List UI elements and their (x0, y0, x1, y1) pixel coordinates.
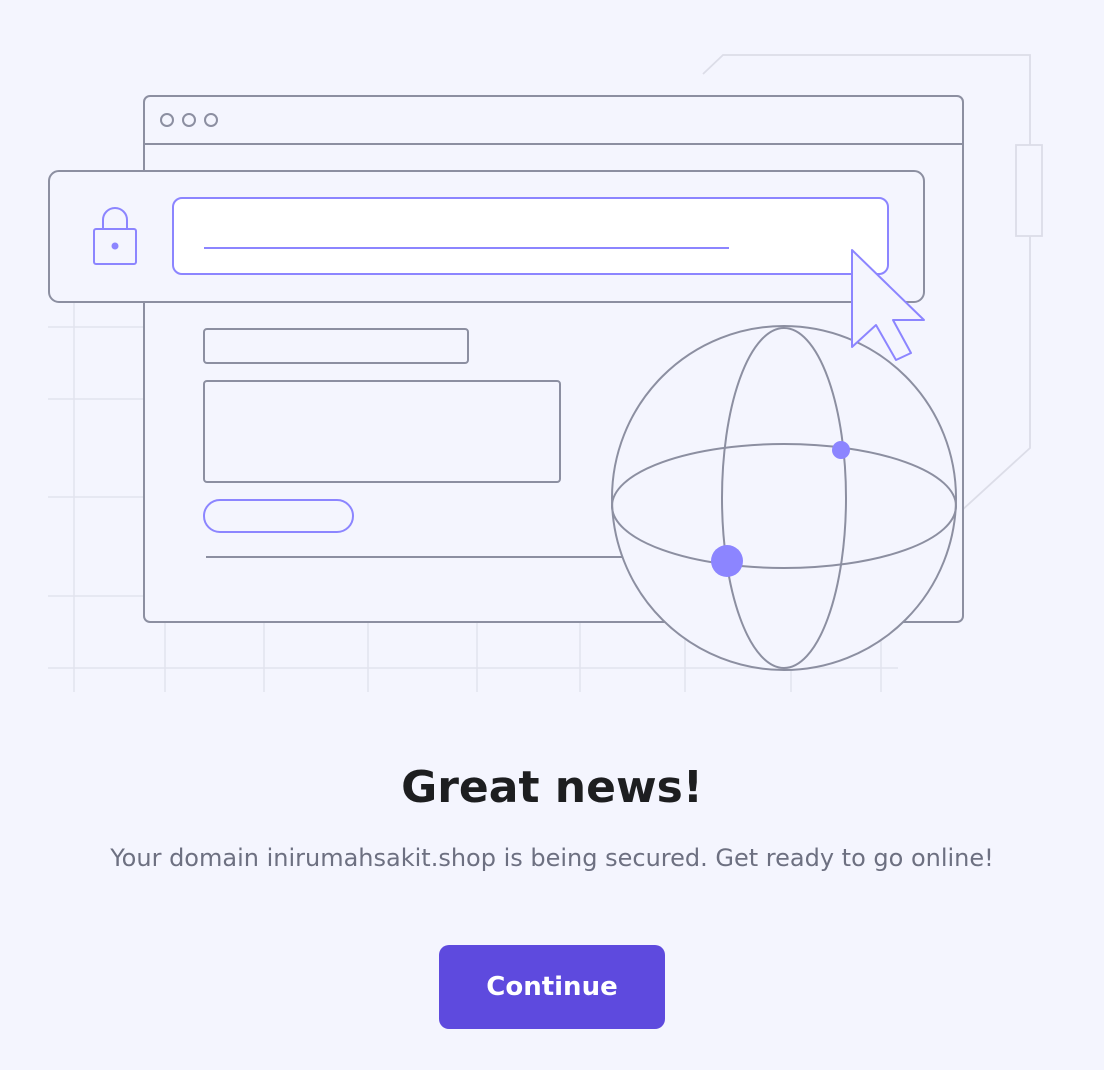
continue-button[interactable]: Continue (439, 945, 665, 1029)
address-bar-card (48, 170, 925, 303)
page-title: Great news! (401, 762, 703, 813)
domain-success-page: Great news! Your domain inirumahsakit.sh… (0, 0, 1104, 1070)
domain-status-message: Your domain inirumahsakit.shop is being … (110, 844, 994, 872)
domain-security-illustration (48, 54, 1043, 692)
globe-icon (611, 325, 957, 671)
